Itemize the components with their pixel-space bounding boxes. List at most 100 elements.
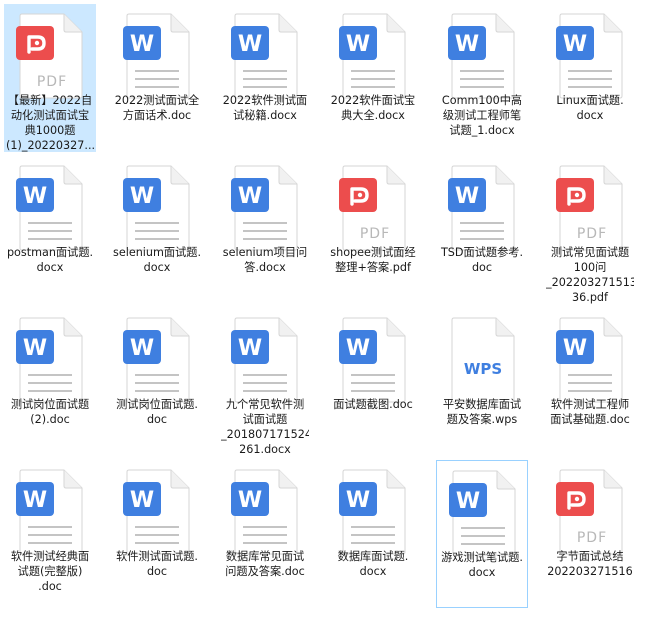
file-name: 2022测试面试全 方面话术.doc [111, 93, 203, 123]
file-name-line: 平安数据库面试 [442, 398, 522, 411]
word-glyph: W [238, 488, 262, 513]
word-file-icon: W [337, 316, 409, 404]
file-name-line: 数据库面试题. [337, 550, 409, 563]
file-name-line: 试秘籍.docx [233, 109, 297, 122]
file-name-line: docx [359, 565, 387, 578]
file-item[interactable]: W 软件测试经典面 试题(完整版) .doc [4, 460, 96, 608]
file-name-line: 试题_1.docx [449, 124, 515, 137]
file-name-line: 题及答案.wps [446, 413, 518, 426]
file-name-line: 软件测试面试题. [116, 550, 198, 563]
file-name-line: 100问 [573, 261, 607, 274]
file-name-line: docx [576, 109, 604, 122]
word-file-icon: W [229, 468, 301, 556]
file-name: selenium项目问 答.docx [219, 245, 311, 275]
file-name-line: 36.pdf [572, 291, 608, 304]
file-item[interactable]: W 游戏测试笔试题. docx [436, 460, 528, 608]
file-name-line: 2022软件测试面 [222, 94, 308, 107]
word-glyph: W [346, 488, 370, 513]
file-name-line: 软件测试工程师 [550, 398, 630, 411]
file-item[interactable]: PDF shopee测试面经 整理+答案.pdf [327, 156, 419, 304]
pdf-file-icon: PDF [554, 164, 626, 252]
word-glyph: W [455, 184, 479, 209]
file-item[interactable]: W Linux面试题. docx [544, 4, 636, 152]
file-name: 面试题截图.doc [327, 397, 419, 412]
file-name-line: postman面试题. [6, 246, 94, 259]
word-file-icon: W [447, 469, 519, 557]
file-name: 游戏测试笔试题. docx [437, 550, 527, 580]
file-name-line: 试面试题 [242, 413, 288, 426]
file-name: 字节面试总结 202203271516 [544, 549, 636, 579]
file-name: Comm100中高 级测试工程师笔 试题_1.docx [436, 93, 528, 138]
file-name-line: .doc [38, 580, 62, 593]
word-glyph: W [130, 184, 154, 209]
file-name: 2022软件面试宝 典大全.docx [327, 93, 419, 123]
file-item[interactable]: PDF 字节面试总结 202203271516 [544, 460, 636, 608]
file-name-line: shopee测试面经 [330, 246, 416, 259]
word-glyph: W [23, 336, 47, 361]
file-item[interactable]: Wpostman面试题. docx [4, 156, 96, 304]
file-item[interactable]: W 2022软件面试宝 典大全.docx [327, 4, 419, 152]
file-item[interactable]: W 2022软件测试面 试秘籍.docx [219, 4, 311, 152]
pdf-label: PDF [360, 226, 390, 242]
word-glyph: W [23, 184, 47, 209]
wps-file-icon: WPS [446, 316, 518, 404]
file-name-line: 字节面试总结 [556, 550, 624, 563]
file-item[interactable]: W 数据库常见面试 问题及答案.doc [219, 460, 311, 608]
file-name: selenium面试题. docx [111, 245, 203, 275]
file-item[interactable]: W Comm100中高 级测试工程师笔 试题_1.docx [436, 4, 528, 152]
file-name-line: 动化测试面试宝 [10, 109, 90, 122]
file-name-line: 测试岗位面试题 [10, 398, 90, 411]
word-glyph: W [130, 488, 154, 513]
word-file-icon: W [121, 316, 193, 404]
file-item[interactable]: W TSD面试题参考. doc [436, 156, 528, 304]
word-glyph: W [130, 336, 154, 361]
word-file-icon: W [337, 468, 409, 556]
file-name: shopee测试面经 整理+答案.pdf [327, 245, 419, 275]
file-item[interactable]: Wselenium项目问 答.docx [219, 156, 311, 304]
word-file-icon: W [121, 12, 193, 100]
file-name-line: 方面话术.doc [122, 109, 192, 122]
file-name: 九个常见软件测 试面试题 _201807171524 261.docx [219, 397, 311, 457]
file-name-line: selenium面试题. [113, 246, 201, 259]
word-file-icon: W [229, 12, 301, 100]
pdf-label: PDF [577, 226, 607, 242]
file-grid: PDF 【最新】2022自 动化测试面试宝 典1000题 (1)_20220327...… [0, 0, 651, 620]
word-file-icon: W [446, 12, 518, 100]
file-item[interactable]: W 软件测试工程师 面试基础题.doc [544, 308, 636, 456]
file-name-line: _201807171524 [221, 428, 309, 441]
file-name: 软件测试面试题. doc [111, 549, 203, 579]
file-name-line: 典1000题 [24, 124, 76, 137]
word-glyph: W [130, 32, 154, 57]
file-item[interactable]: W 面试题截图.doc [327, 308, 419, 456]
file-name: 测试岗位面试题 (2).doc [4, 397, 96, 427]
file-item[interactable]: PDF 测试常见面试题 100问 _202203271513 36.pdf [544, 156, 636, 304]
file-name-line: selenium项目问 [222, 246, 308, 259]
file-item[interactable]: W 测试岗位面试题 (2).doc [4, 308, 96, 456]
file-item[interactable]: Wselenium面试题. docx [111, 156, 203, 304]
file-name-line: docx [143, 261, 171, 274]
word-file-icon: W [554, 316, 626, 404]
file-item[interactable]: W 数据库面试题. docx [327, 460, 419, 608]
word-glyph: W [23, 488, 47, 513]
file-name: 平安数据库面试 题及答案.wps [436, 397, 528, 427]
file-name-line: doc [146, 413, 168, 426]
file-name: 测试常见面试题 100问 _202203271513 36.pdf [544, 245, 636, 305]
file-item[interactable]: WPS 平安数据库面试 题及答案.wps [436, 308, 528, 456]
file-item[interactable]: W 2022测试面试全 方面话术.doc [111, 4, 203, 152]
file-name-line: Comm100中高 [441, 94, 523, 107]
word-file-icon: W [446, 164, 518, 252]
file-item[interactable]: W 测试岗位面试题. doc [111, 308, 203, 456]
word-file-icon: W [337, 12, 409, 100]
file-name-line: _202203271513 [546, 276, 634, 289]
word-glyph: W [455, 32, 479, 57]
file-name-line: 数据库常见面试 [225, 550, 305, 563]
file-item[interactable]: W 软件测试面试题. doc [111, 460, 203, 608]
file-name-line: 整理+答案.pdf [335, 261, 411, 274]
file-item[interactable]: W 九个常见软件测 试面试题 _201807171524 261.docx [219, 308, 311, 456]
file-name-line: 261.docx [239, 443, 291, 456]
file-name-line: 级测试工程师笔 [442, 109, 522, 122]
file-item[interactable]: PDF 【最新】2022自 动化测试面试宝 典1000题 (1)_20220327... [4, 4, 96, 152]
pdf-file-icon: PDF [14, 12, 86, 100]
pdf-label: PDF [577, 530, 607, 546]
file-name-line: docx [468, 566, 496, 579]
